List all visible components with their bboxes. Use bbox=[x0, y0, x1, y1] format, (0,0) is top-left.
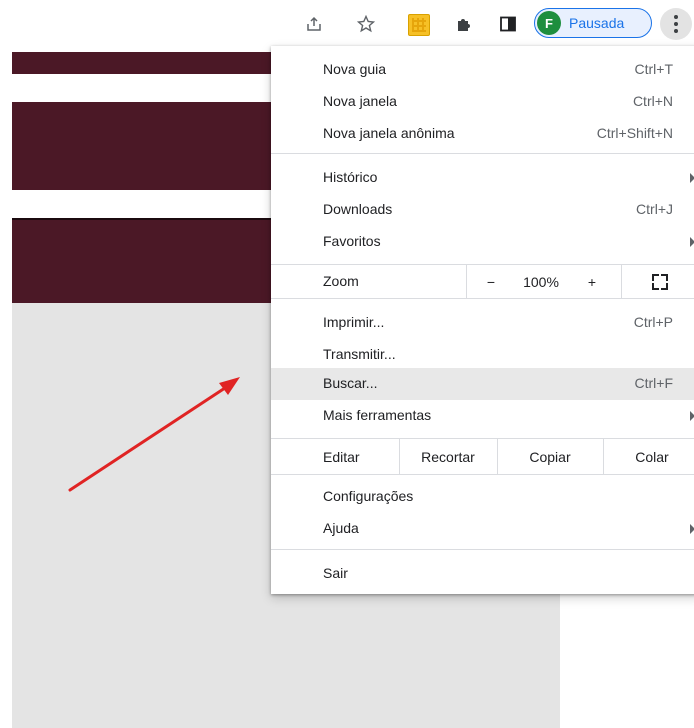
edit-label: Editar bbox=[323, 448, 360, 465]
menu-item-more-tools[interactable]: Mais ferramentas bbox=[271, 400, 694, 432]
edit-row: Editar Recortar Copiar Colar bbox=[271, 439, 694, 474]
menu-item-downloads[interactable]: Downloads Ctrl+J bbox=[271, 194, 694, 226]
menu-item-label: Nova janela anônima bbox=[323, 125, 455, 141]
menu-item-label: Downloads bbox=[323, 201, 393, 217]
zoom-label: Zoom bbox=[323, 273, 359, 289]
menu-item-label: Configurações bbox=[323, 488, 414, 504]
zoom-level: 100% bbox=[523, 273, 559, 290]
submenu-arrow-icon bbox=[690, 173, 694, 183]
menu-item-help[interactable]: Ajuda bbox=[271, 513, 694, 545]
menu-item-new-tab[interactable]: Nova guia Ctrl+T bbox=[271, 54, 694, 86]
menu-item-shortcut: Ctrl+T bbox=[634, 61, 674, 77]
menu-item-settings[interactable]: Configurações bbox=[271, 481, 694, 513]
menu-divider bbox=[271, 298, 694, 299]
menu-item-shortcut: Ctrl+F bbox=[634, 375, 674, 391]
menu-item-label: Buscar... bbox=[323, 375, 378, 391]
menu-item-shortcut: Ctrl+Shift+N bbox=[596, 125, 673, 141]
menu-item-label: Nova guia bbox=[323, 61, 387, 77]
submenu-arrow-icon bbox=[690, 237, 694, 247]
zoom-in-button[interactable]: + bbox=[577, 265, 607, 298]
menu-item-label: Favoritos bbox=[323, 233, 381, 249]
menu-item-shortcut: Ctrl+P bbox=[633, 314, 673, 330]
menu-item-label: Mais ferramentas bbox=[323, 407, 432, 423]
zoom-out-button[interactable]: − bbox=[476, 265, 506, 298]
paste-button[interactable]: Colar bbox=[603, 439, 694, 474]
menu-item-shortcut: Ctrl+N bbox=[632, 93, 673, 109]
zoom-row: Zoom − 100% + bbox=[271, 265, 694, 298]
zoom-divider bbox=[621, 265, 622, 298]
menu-item-label: Imprimir... bbox=[323, 314, 385, 330]
browser-main-menu: Nova guia Ctrl+T Nova janela Ctrl+N Nova… bbox=[271, 46, 694, 594]
cut-button[interactable]: Recortar bbox=[399, 439, 497, 474]
submenu-arrow-icon bbox=[690, 411, 694, 421]
fullscreen-icon bbox=[652, 273, 668, 290]
menu-item-print[interactable]: Imprimir... Ctrl+P bbox=[271, 307, 694, 339]
menu-item-label: Nova janela bbox=[323, 93, 397, 109]
menu-divider bbox=[271, 549, 694, 550]
menu-divider bbox=[271, 153, 694, 154]
menu-item-label: Transmitir... bbox=[323, 346, 396, 362]
menu-item-label: Sair bbox=[323, 565, 348, 581]
submenu-arrow-icon bbox=[690, 524, 694, 534]
menu-item-history[interactable]: Histórico bbox=[271, 162, 694, 194]
copy-button[interactable]: Copiar bbox=[497, 439, 603, 474]
menu-item-new-window[interactable]: Nova janela Ctrl+N bbox=[271, 86, 694, 118]
zoom-divider bbox=[466, 265, 467, 298]
menu-item-cast[interactable]: Transmitir... bbox=[271, 339, 694, 371]
menu-item-find[interactable]: Buscar... Ctrl+F bbox=[271, 368, 694, 400]
menu-item-label: Ajuda bbox=[323, 520, 359, 536]
menu-item-exit[interactable]: Sair bbox=[271, 558, 694, 590]
menu-item-label: Histórico bbox=[323, 169, 378, 185]
menu-item-new-incognito-window[interactable]: Nova janela anônima Ctrl+Shift+N bbox=[271, 118, 694, 150]
menu-divider bbox=[271, 474, 694, 475]
menu-item-shortcut: Ctrl+J bbox=[636, 201, 673, 217]
fullscreen-button[interactable] bbox=[645, 265, 675, 298]
menu-item-bookmarks[interactable]: Favoritos bbox=[271, 226, 694, 258]
